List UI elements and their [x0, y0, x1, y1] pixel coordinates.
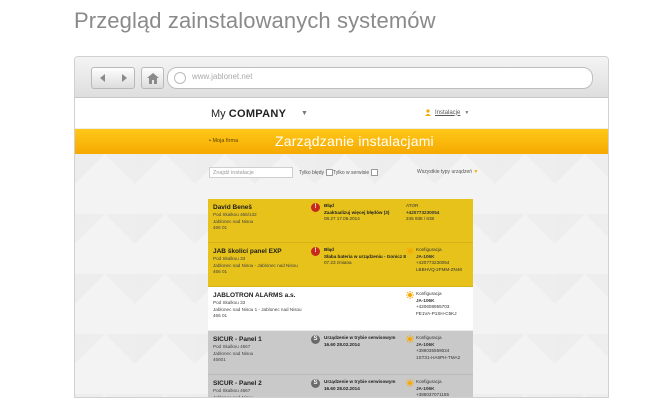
installation-name[interactable]: David Beneš [213, 203, 313, 212]
gear-icon [406, 247, 414, 255]
device-line: 245 938 / 638 [406, 216, 435, 221]
app-header: My COMPANY ▼ Instalacje ▼ [75, 98, 608, 129]
address-line: 466 01 [213, 313, 228, 318]
browser-toolbar: www.jablonet.net [75, 57, 608, 98]
status-text: Błąd Słaba bateria w urządzeniu - Gonicz… [324, 247, 406, 267]
installation-name[interactable]: SICUR - Panel 2 [213, 379, 313, 388]
device-line: LBBHVQ-2FMM-ZN48 [416, 266, 462, 272]
status-title: Urządzenie w trybie serwisowym [324, 379, 396, 384]
gear-icon [406, 379, 414, 387]
status-text: Urządzenie w trybie serwisowym 16.60 28.… [324, 335, 406, 348]
user-name: Instalacje [435, 109, 461, 116]
device-line: 1ST31-HA6PH-TMA2 [416, 354, 461, 360]
installation-info: David Beneš Pod Skalkou 455/132 Jablonec… [213, 203, 313, 232]
only-service-label: Tylko w serwisie [333, 169, 370, 176]
arrow-left-icon [99, 74, 105, 82]
address-line: 466 01 [213, 269, 228, 274]
only-errors-checkbox[interactable]: Tylko błędy [299, 169, 334, 176]
installation-name[interactable]: JAB školicí panel EXP [213, 247, 313, 256]
chevron-down-icon: ▼ [464, 109, 470, 116]
device-line: FE1VA-P1SH-C5KJ [416, 310, 457, 316]
installation-row[interactable]: SICUR - Panel 2 Pod Skalkou 4567 Jablone… [208, 375, 473, 398]
device-type-dropdown[interactable]: Wszystkie typy urządzeń ▼ [417, 169, 478, 175]
status-line1: Słaba bateria w urządzeniu - Gonicz 8 [324, 253, 406, 259]
installation-info: SICUR - Panel 1 Pod Skalkou 4567 Jablone… [213, 335, 313, 364]
only-errors-label: Tylko błędy [299, 169, 325, 176]
home-button[interactable] [141, 67, 164, 89]
status-text: Urządzenie w trybie serwisowym 16.60 28.… [324, 379, 406, 392]
search-input[interactable]: Znajdź instalacje [209, 167, 293, 178]
browser-window: www.jablonet.net My COMPANY ▼ Instalacje… [74, 56, 609, 398]
home-icon [146, 72, 159, 84]
chevron-down-icon[interactable]: ▼ [301, 110, 308, 117]
installation-name[interactable]: SICUR - Panel 1 [213, 335, 313, 344]
gear-icon [406, 291, 414, 299]
checkbox-box [371, 169, 379, 176]
url-text: www.jablonet.net [192, 72, 253, 81]
breadcrumb[interactable]: • Moja firma [209, 138, 238, 144]
installation-row[interactable]: JAB školicí panel EXP Pod Skalkou 33 Jab… [208, 243, 473, 287]
checkbox-box [326, 169, 334, 176]
logo-company: COMPANY [228, 108, 287, 120]
installation-list: David Beneš Pod Skalkou 455/132 Jablonec… [208, 199, 473, 398]
installation-row[interactable]: JABLOTRON ALARMS a.s. Pod Skalkou 33 Jab… [208, 287, 473, 331]
arrow-right-icon [121, 74, 127, 82]
error-icon: ! [311, 203, 320, 212]
status-line2: 07.23 zmiana [324, 260, 352, 265]
address-line: Jablonec nad Nisou [213, 394, 254, 398]
installation-info: JABLOTRON ALARMS a.s. Pod Skalkou 33 Jab… [213, 291, 313, 320]
address-bar[interactable]: www.jablonet.net [167, 67, 593, 89]
status-title: Urządzenie w trybie serwisowym [324, 335, 396, 340]
logo-my: My [211, 108, 226, 120]
error-icon: ! [311, 247, 320, 256]
company-logo[interactable]: My COMPANY [211, 108, 286, 120]
page-heading: Przegląd zainstalowanych systemów [74, 8, 436, 33]
page-title: Zarządzanie instalacjami [275, 133, 434, 149]
installation-info: JAB školicí panel EXP Pod Skalkou 33 Jab… [213, 247, 313, 276]
device-line: +386037071165 [416, 392, 449, 397]
only-service-checkbox[interactable]: Tylko w serwisie [333, 169, 379, 176]
back-button[interactable] [91, 67, 114, 89]
gear-icon [406, 335, 414, 343]
forward-button[interactable] [113, 67, 135, 89]
chevron-down-icon: ▼ [473, 169, 479, 175]
address-line: 466 01 [213, 225, 228, 230]
device-type-label: Wszystkie typy urządzeń [417, 169, 473, 175]
installation-row[interactable]: David Beneš Pod Skalkou 455/132 Jablonec… [208, 199, 473, 243]
status-line1: 16.60 28.02.2014 [324, 341, 360, 347]
title-bar: • Moja firma Zarządzanie instalacjami [75, 129, 608, 160]
service-icon: S [311, 335, 320, 344]
user-icon [425, 109, 431, 116]
address-line: Jablonec nad Nisou 1 - Jablonec nad Niso… [213, 306, 302, 312]
address-line: 46601 [213, 357, 226, 362]
status-text: Błąd Zaaktualizuj więcej błędów (3) 08.2… [324, 203, 406, 223]
service-icon: S [311, 379, 320, 388]
status-line2: 08.27 17.06.2014 [324, 216, 360, 221]
user-menu[interactable]: Instalacje ▼ [425, 109, 469, 116]
installation-info: SICUR - Panel 2 Pod Skalkou 4567 Jablone… [213, 379, 313, 398]
installation-row[interactable]: SICUR - Panel 1 Pod Skalkou 4567 Jablone… [208, 331, 473, 375]
page-icon [174, 72, 186, 84]
filter-bar: Znajdź instalacje Tylko błędy Tylko w se… [209, 167, 608, 179]
status-line1: Zaaktualizuj więcej błędów (3) [324, 209, 390, 215]
status-title: Błąd [324, 247, 334, 252]
status-line1: 16.60 28.02.2014 [324, 385, 360, 391]
status-title: Błąd [324, 203, 334, 208]
installation-name[interactable]: JABLOTRON ALARMS a.s. [213, 291, 313, 300]
